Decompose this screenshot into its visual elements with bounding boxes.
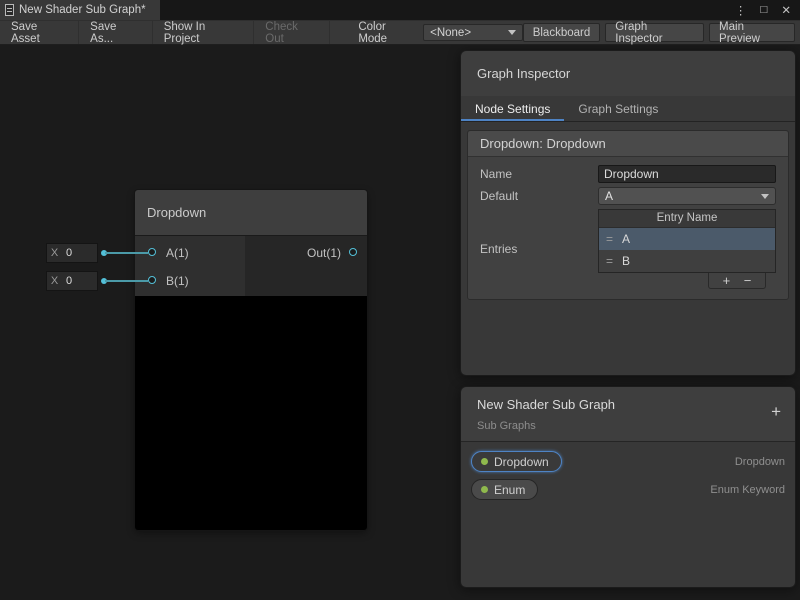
default-dropdown-value: A [605,189,613,203]
output-port[interactable] [349,248,357,256]
property-name: Enum [494,483,525,497]
color-mode-group: Color Mode <None> [358,21,522,45]
port-b-axis-label: X [47,275,62,287]
dropdown-node[interactable]: Dropdown A(1) B(1) Out(1) [135,190,367,530]
section-body: Name Dropdown Default A Entries Entry Na… [468,157,788,299]
entries-list-column: Entry Name = A = B + − [598,209,776,289]
port-a-value[interactable]: 0 [62,247,97,259]
port-a-value-field[interactable]: X 0 [46,243,98,263]
default-dropdown[interactable]: A [598,187,776,205]
name-field-label: Name [480,167,598,181]
drag-handle-icon[interactable]: = [606,232,613,246]
blackboard-title: New Shader Sub Graph [477,397,779,412]
output-port-label: Out(1) [307,246,341,260]
shader-graph-file-icon [5,4,14,16]
port-a-axis-label: X [47,247,62,259]
blackboard-pill-enum[interactable]: Enum [471,479,538,500]
check-out-button: Check Out [254,21,330,44]
dropdown-arrow-icon [761,194,769,199]
blackboard-subtitle: Sub Graphs [477,420,779,432]
add-property-button[interactable]: + [771,402,781,422]
edge-to-port-a[interactable] [105,252,148,254]
title-bar: New Shader Sub Graph* ⋮ □ ✕ [0,0,800,20]
drag-handle-icon[interactable]: = [606,254,613,268]
property-dot-icon [481,486,488,493]
list-item: Enum Enum Keyword [471,479,785,500]
color-mode-dropdown[interactable]: <None> [423,24,523,41]
property-dot-icon [481,458,488,465]
tab-node-settings[interactable]: Node Settings [461,96,564,121]
node-ports: A(1) B(1) Out(1) [135,236,367,296]
save-asset-button[interactable]: Save Asset [0,21,79,44]
graph-toolbar: Save Asset Save As... Show In Project Ch… [0,20,800,45]
node-preview [135,296,367,530]
blackboard-pill-dropdown[interactable]: Dropdown [471,451,562,472]
add-entry-button[interactable]: + [723,274,731,287]
toolbar-right-group: Blackboard Graph Inspector Main Preview [523,23,800,42]
entries-field-label: Entries [480,242,598,256]
blackboard-body: Dropdown Dropdown Enum Enum Keyword [461,442,795,516]
entries-list: Entry Name = A = B [598,209,776,273]
entries-list-header: Entry Name [599,210,775,228]
graph-inspector-panel: Graph Inspector Node Settings Graph Sett… [460,50,796,376]
entry-name: A [622,232,630,246]
dropdown-arrow-icon [508,30,516,35]
port-b-value-field[interactable]: X 0 [46,271,98,291]
main-preview-toggle-button[interactable]: Main Preview [709,23,795,42]
entry-name: B [622,254,630,268]
maximize-icon[interactable]: □ [760,4,767,16]
property-type: Dropdown [735,456,785,468]
save-as-button[interactable]: Save As... [79,21,153,44]
window-tab[interactable]: New Shader Sub Graph* [0,0,160,20]
window-controls: ⋮ □ ✕ [735,0,800,20]
inspector-tabs: Node Settings Graph Settings [461,96,795,122]
list-item: Dropdown Dropdown [471,451,785,472]
show-in-project-button[interactable]: Show In Project [153,21,255,44]
entry-row-a[interactable]: = A [599,228,775,250]
input-port-a[interactable] [148,248,156,256]
window-tab-title: New Shader Sub Graph* [19,4,146,16]
property-name: Dropdown [494,455,549,469]
node-settings-section: Dropdown: Dropdown Name Dropdown Default… [467,130,789,300]
blackboard-panel: New Shader Sub Graph Sub Graphs + Dropdo… [460,386,796,588]
graph-inspector-toggle-button[interactable]: Graph Inspector [605,23,704,42]
color-mode-label: Color Mode [358,21,416,45]
kebab-menu-icon[interactable]: ⋮ [735,3,747,17]
edge-to-port-b[interactable] [105,280,148,282]
default-field-label: Default [480,189,598,203]
color-mode-value: <None> [430,27,471,39]
blackboard-toggle-button[interactable]: Blackboard [523,23,601,42]
tab-graph-settings[interactable]: Graph Settings [564,96,672,121]
section-title: Dropdown: Dropdown [468,131,788,157]
input-port-b-label: B(1) [166,274,189,288]
node-header[interactable]: Dropdown [135,190,367,236]
node-input-area [135,236,245,296]
input-port-b[interactable] [148,276,156,284]
close-icon[interactable]: ✕ [781,3,791,17]
property-type: Enum Keyword [710,484,785,496]
input-port-a-label: A(1) [166,246,189,260]
port-b-value[interactable]: 0 [62,275,97,287]
name-input[interactable]: Dropdown [598,165,776,183]
entry-row-b[interactable]: = B [599,250,775,272]
remove-entry-button[interactable]: − [744,274,752,287]
node-output-area [245,236,367,296]
entries-list-footer: + − [708,273,766,289]
node-title: Dropdown [147,205,206,220]
graph-inspector-title: Graph Inspector [461,51,795,96]
blackboard-header: New Shader Sub Graph Sub Graphs + [461,387,795,442]
shader-graph-window: New Shader Sub Graph* ⋮ □ ✕ Save Asset S… [0,0,800,600]
